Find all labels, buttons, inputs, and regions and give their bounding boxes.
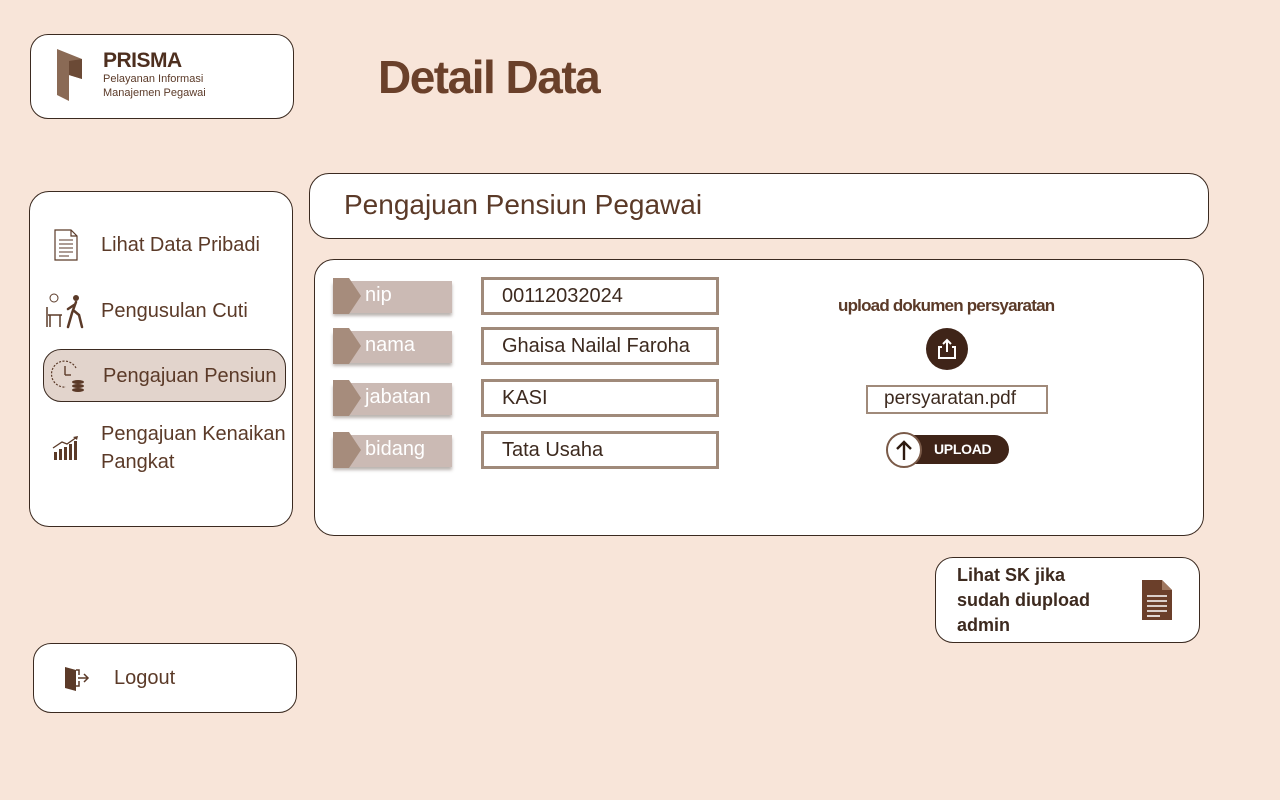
selected-file-name: persyaratan.pdf [866,385,1048,414]
field-label: bidang [365,438,426,460]
nip-field[interactable]: 00112032024 [481,277,719,315]
brand-logo-card: PRISMA Pelayanan Informasi Manajemen Peg… [30,34,294,119]
share-upload-icon-button[interactable] [926,328,968,370]
brand-tagline-line2: Manajemen Pegawai [103,87,206,99]
sidebar-item-label: Pengajuan Pensiun [103,364,277,387]
sidebar-item-pengajuan-kenaikan-pangkat[interactable]: Pengajuan Kenaikan Pangkat [42,420,286,476]
share-icon [938,338,956,359]
pension-form-card: nip 00112032024 nama Ghaisa Nailal Faroh… [314,259,1204,536]
bidang-field[interactable]: Tata Usaha [481,431,719,469]
sidebar-item-pengusulan-cuti[interactable]: Pengusulan Cuti [42,291,286,331]
logout-door-icon [54,656,98,700]
prisma-logo-icon [57,49,82,101]
brand-tagline-line1: Pelayanan Informasi [103,73,204,85]
sidebar-nav: Lihat Data Pribadi Pengusulan Cuti Penga… [29,191,293,527]
upload-title: upload dokumen persyaratan [838,296,1055,315]
clock-coins-icon [44,356,92,396]
sidebar-item-label: Pengusulan Cuti [101,300,248,322]
document-icon [42,225,90,265]
field-label: jabatan [365,386,431,408]
logout-label: Logout [114,666,176,689]
sidebar-item-label: Pengajuan Kenaikan Pangkat [101,423,286,473]
field-label: nama [365,334,416,356]
logout-button[interactable]: Logout [33,643,297,713]
jabatan-field[interactable]: KASI [481,379,719,417]
sidebar-item-lihat-data-pribadi[interactable]: Lihat Data Pribadi [42,225,286,265]
field-label: nip [365,284,392,306]
page-title: Detail Data [378,51,601,103]
brand-tagline: Pelayanan Informasi Manajemen Pegawai [103,72,206,100]
field-label-tag: nama [333,328,453,364]
sidebar-item-label: Lihat Data Pribadi [101,234,260,256]
brand-name: PRISMA [103,49,182,72]
sidebar-item-pengajuan-pensiun[interactable]: Pengajuan Pensiun [43,349,286,402]
section-header: Pengajuan Pensiun Pegawai [309,173,1209,239]
leave-walk-icon [42,291,90,331]
tag-arrow-icon [333,278,361,314]
tag-arrow-icon [333,432,361,468]
view-sk-button[interactable]: Lihat SK jika sudah diupload admin [935,557,1200,643]
upload-button-label: UPLOAD [934,441,992,457]
field-label-tag: jabatan [333,380,453,416]
growth-chart-icon [42,428,90,468]
section-title: Pengajuan Pensiun Pegawai [344,189,703,220]
tag-arrow-icon [333,328,361,364]
view-sk-label: Lihat SK jika sudah diupload admin [957,565,1090,635]
field-label-tag: nip [333,278,453,314]
arrow-up-icon [886,432,922,468]
file-document-icon [1142,580,1172,620]
field-label-tag: bidang [333,432,453,468]
nama-field[interactable]: Ghaisa Nailal Faroha [481,327,719,365]
tag-arrow-icon [333,380,361,416]
upload-button[interactable]: UPLOAD [886,432,1009,468]
